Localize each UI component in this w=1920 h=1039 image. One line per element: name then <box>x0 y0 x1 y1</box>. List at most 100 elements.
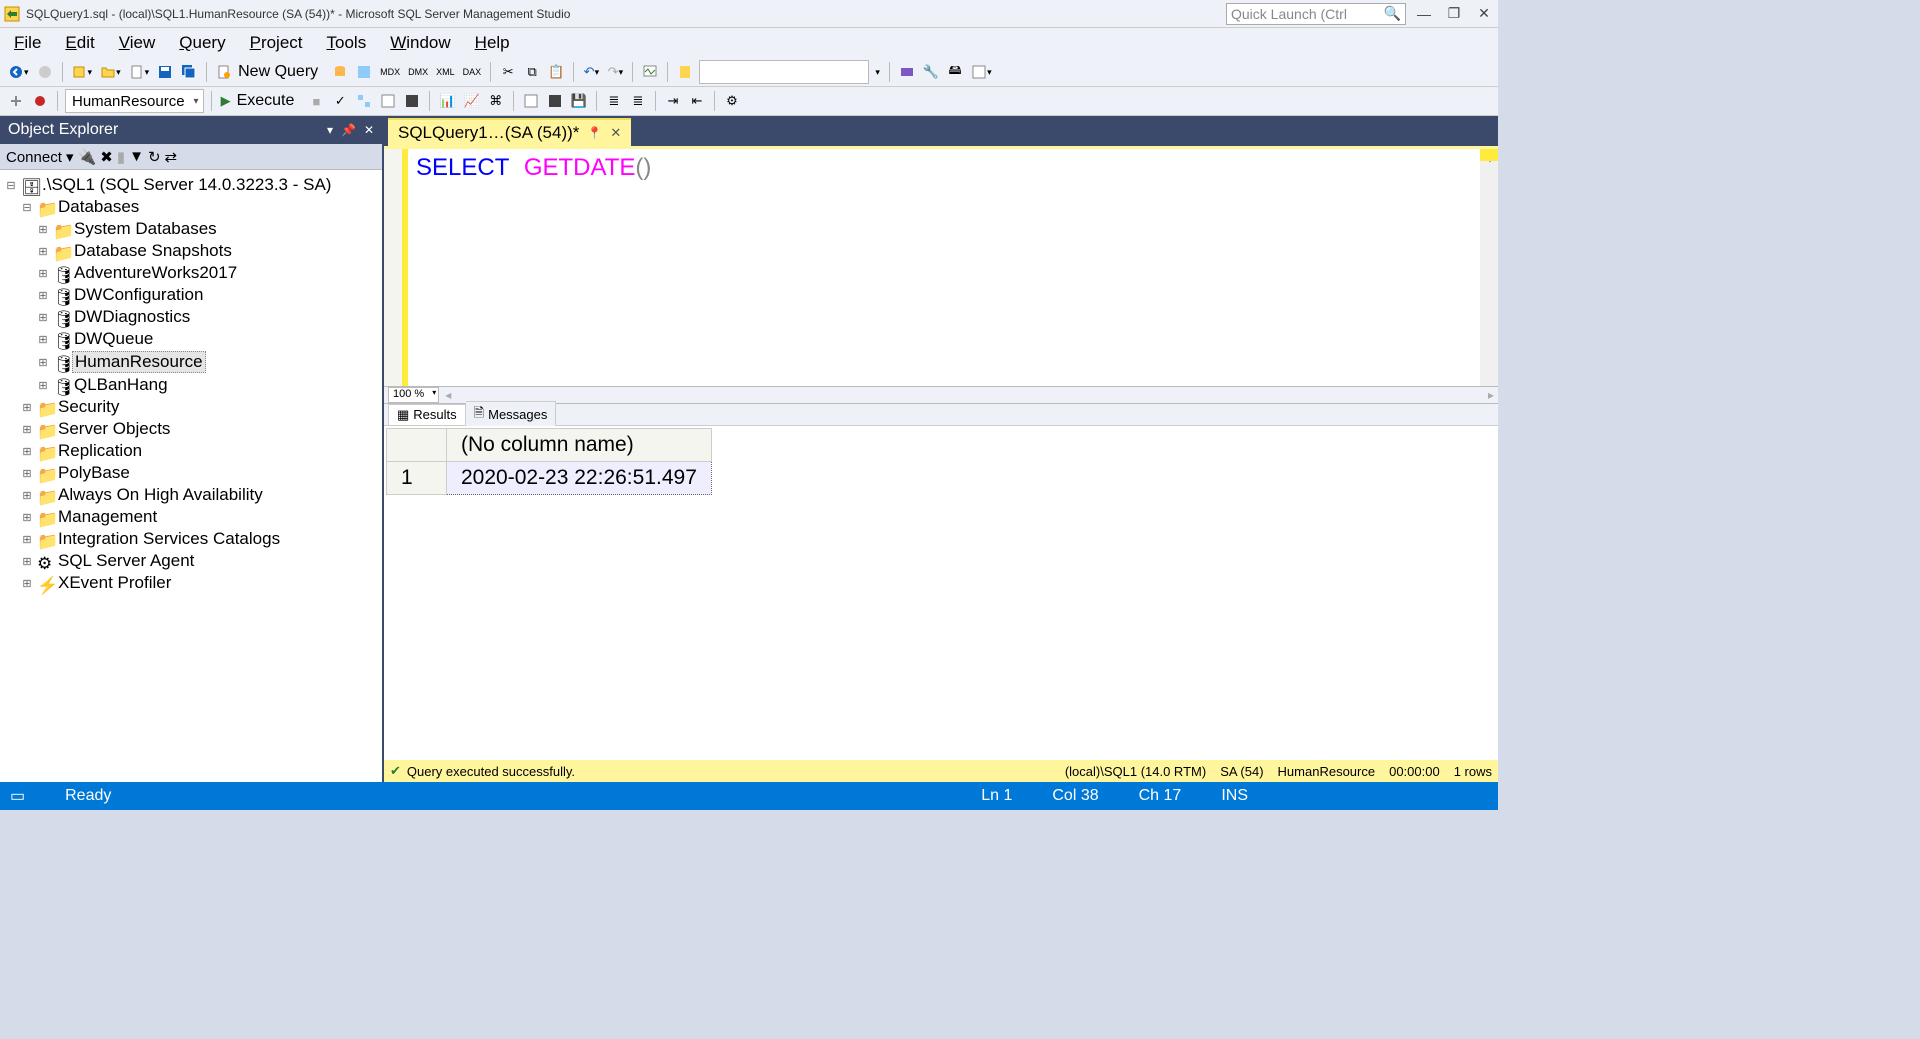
db-engine-query-icon[interactable] <box>330 61 350 83</box>
minimize-button[interactable]: — <box>1414 4 1434 24</box>
save-all-button[interactable] <box>179 61 199 83</box>
outdent-icon[interactable]: ⇤ <box>687 90 707 112</box>
redo-button[interactable]: ↷▾ <box>605 61 625 83</box>
close-window-button[interactable]: ✕ <box>1474 4 1494 24</box>
tree-adv[interactable]: AdventureWorks2017 <box>72 263 239 283</box>
menu-query[interactable]: Query <box>169 30 235 56</box>
quick-launch-input[interactable]: Quick Launch (Ctrl 🔍 <box>1226 3 1406 25</box>
change-connection-icon[interactable] <box>6 90 26 112</box>
code-editor[interactable]: SELECT GETDATE() ＋ <box>384 146 1498 386</box>
wrench-icon[interactable]: 🔧 <box>921 61 941 83</box>
comment-icon[interactable]: ≣ <box>604 90 624 112</box>
tree-qlb[interactable]: QLBanHang <box>72 375 170 395</box>
database-dropdown[interactable]: HumanResource <box>65 89 204 113</box>
filter-gray-icon[interactable]: ▮ <box>117 148 125 166</box>
grid-row-header[interactable]: 1 <box>387 462 447 495</box>
include-plan-icon[interactable]: 📊 <box>437 90 457 112</box>
add-item-button[interactable]: ▾ <box>127 61 152 83</box>
sqlcmd-icon[interactable]: ⌘ <box>486 90 506 112</box>
paste-button[interactable]: 📋 <box>546 61 566 83</box>
tree-replication[interactable]: Replication <box>56 441 144 461</box>
execute-button[interactable]: ▶Execute <box>219 90 303 112</box>
menu-edit[interactable]: Edit <box>55 30 104 56</box>
as-query-icon[interactable] <box>354 61 374 83</box>
nav-back-button[interactable]: ▾ <box>6 61 31 83</box>
solution-explorer-icon[interactable]: ▾ <box>969 61 994 83</box>
find-dropdown-icon[interactable]: ▾ <box>873 67 882 78</box>
document-tab[interactable]: SQLQuery1…(SA (54))* 📍 ✕ <box>388 118 631 146</box>
specify-values-icon[interactable]: ⚙ <box>722 90 742 112</box>
tree-security[interactable]: Security <box>56 397 121 417</box>
tree-agent[interactable]: SQL Server Agent <box>56 551 196 571</box>
find-input[interactable] <box>699 60 869 84</box>
nav-fwd-button[interactable] <box>35 61 55 83</box>
disconnect-tree-icon[interactable]: 🔌 <box>78 148 97 166</box>
dmx-query-icon[interactable]: DMX <box>406 61 430 83</box>
menu-file[interactable]: File <box>4 30 51 56</box>
code-text[interactable]: SELECT GETDATE() <box>408 149 1480 386</box>
restore-button[interactable]: ❐ <box>1444 4 1464 24</box>
filter-icon[interactable]: ▼ <box>129 148 144 165</box>
tree-xevent[interactable]: XEvent Profiler <box>56 573 173 593</box>
zoom-dropdown[interactable]: 100 % <box>388 387 439 403</box>
stop-button[interactable]: ■ <box>306 90 326 112</box>
mdx-query-icon[interactable]: MDX <box>378 61 402 83</box>
menu-project[interactable]: Project <box>240 30 313 56</box>
results-file-icon[interactable]: 💾 <box>569 90 589 112</box>
refresh-icon[interactable]: ↻ <box>148 148 161 166</box>
template-icon[interactable]: 🖴 <box>945 61 965 83</box>
close-tab-icon[interactable]: ✕ <box>610 125 621 141</box>
grid-column-header[interactable]: (No column name) <box>447 429 712 462</box>
tree-always-on[interactable]: Always On High Availability <box>56 485 265 505</box>
tab-messages[interactable]: 🗎Messages <box>466 401 557 429</box>
pin-icon[interactable]: 📍 <box>587 126 602 140</box>
copy-button[interactable]: ⧉ <box>522 61 542 83</box>
properties-icon[interactable] <box>675 61 695 83</box>
stop-tree-icon[interactable]: ✖ <box>100 148 113 166</box>
include-stats-icon[interactable]: 📈 <box>462 90 482 112</box>
menu-view[interactable]: View <box>109 30 166 56</box>
sync-icon[interactable]: ⇄ <box>165 148 178 166</box>
parse-button[interactable]: ✓ <box>330 90 350 112</box>
tree-snap[interactable]: Database Snapshots <box>72 241 234 261</box>
results-text-icon[interactable] <box>521 90 541 112</box>
tab-results[interactable]: ▦Results <box>388 404 466 426</box>
tree-hr[interactable]: HumanResource <box>72 351 206 373</box>
cut-button[interactable]: ✂ <box>498 61 518 83</box>
panel-close-icon[interactable]: ✕ <box>364 123 374 137</box>
tree-server[interactable]: .\SQL1 (SQL Server 14.0.3223.3 - SA) <box>40 175 333 195</box>
tree-server-objects[interactable]: Server Objects <box>56 419 172 439</box>
indent-icon[interactable]: ⇥ <box>663 90 683 112</box>
intellisense-icon[interactable] <box>402 90 422 112</box>
connect-button[interactable]: Connect ▾ <box>6 148 74 166</box>
new-project-button[interactable]: ▾ <box>70 61 95 83</box>
dax-query-icon[interactable]: DAX <box>461 61 484 83</box>
tree-dwc[interactable]: DWConfiguration <box>72 285 205 305</box>
open-file-button[interactable]: ▾ <box>98 61 123 83</box>
grid-corner[interactable] <box>387 429 447 462</box>
menu-help[interactable]: Help <box>465 30 520 56</box>
activity-monitor-icon[interactable] <box>640 61 660 83</box>
tree-dwd[interactable]: DWDiagnostics <box>72 307 192 327</box>
display-plan-icon[interactable] <box>354 90 374 112</box>
undo-button[interactable]: ↶▾ <box>581 61 601 83</box>
object-tree[interactable]: ⊟🗄.\SQL1 (SQL Server 14.0.3223.3 - SA) ⊟… <box>0 170 382 782</box>
tree-management[interactable]: Management <box>56 507 159 527</box>
scroll-left-icon[interactable]: ◂ <box>445 388 451 402</box>
panel-pin-icon[interactable]: 📌 <box>341 123 356 137</box>
scroll-right-icon[interactable]: ▸ <box>1488 388 1494 402</box>
panel-dropdown-icon[interactable]: ▾ <box>327 123 333 137</box>
query-options-icon[interactable] <box>378 90 398 112</box>
tree-polybase[interactable]: PolyBase <box>56 463 132 483</box>
tree-dwq[interactable]: DWQueue <box>72 329 155 349</box>
results-grid[interactable]: (No column name) 1 2020-02-23 22:26:51.4… <box>384 426 1498 760</box>
menu-window[interactable]: Window <box>380 30 460 56</box>
tree-sysdb[interactable]: System Databases <box>72 219 219 239</box>
uncomment-icon[interactable]: ≣ <box>628 90 648 112</box>
overview-ruler[interactable]: ＋ <box>1480 149 1498 386</box>
results-grid-icon[interactable] <box>545 90 565 112</box>
tree-isc[interactable]: Integration Services Catalogs <box>56 529 282 549</box>
disconnect-icon[interactable] <box>30 90 50 112</box>
xmla-query-icon[interactable]: XML <box>434 61 457 83</box>
registered-servers-icon[interactable] <box>897 61 917 83</box>
